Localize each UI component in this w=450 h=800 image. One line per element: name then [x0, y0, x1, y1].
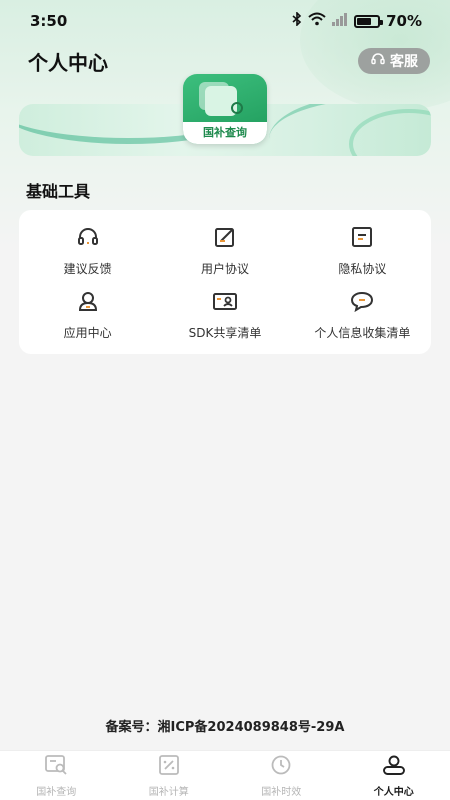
- tool-privacy-agreement[interactable]: 隐私协议: [294, 218, 431, 282]
- battery-icon: [354, 14, 384, 28]
- tab-subsidy-query[interactable]: 国补查询: [0, 751, 113, 800]
- signal-icon: [332, 12, 348, 30]
- tool-feedback[interactable]: 建议反馈: [19, 218, 156, 282]
- tab-label: 个人中心: [373, 786, 414, 798]
- status-time: 3:50: [30, 12, 68, 30]
- headset-icon: [370, 51, 386, 71]
- app-badge-label: 国补查询: [183, 122, 267, 144]
- user-icon: [75, 288, 101, 318]
- clock-icon: [268, 754, 294, 780]
- tool-label: 建议反馈: [63, 261, 112, 276]
- tool-label: SDK共享清单: [188, 325, 262, 340]
- id-card-icon: [212, 288, 238, 318]
- bottom-tab-bar: 国补查询 国补计算 国补时效 个人中心: [0, 750, 450, 800]
- tool-sdk-list[interactable]: SDK共享清单: [156, 282, 293, 346]
- tools-grid: 建议反馈 用户协议 隐私协议 应用中心 SDK共享清单 个人信息收集清单: [19, 210, 431, 354]
- tool-label: 应用中心: [63, 325, 112, 340]
- app-logo: 国补查询: [183, 74, 267, 144]
- bluetooth-icon: [292, 11, 302, 30]
- customer-service-button[interactable]: 客服: [358, 48, 430, 74]
- status-bar: 3:50 70%: [0, 0, 450, 42]
- tool-app-center[interactable]: 应用中心: [19, 282, 156, 346]
- service-label: 客服: [390, 54, 418, 70]
- tab-label: 国补计算: [148, 786, 189, 798]
- page-title: 个人中心: [28, 50, 108, 75]
- tool-personal-info-list[interactable]: 个人信息收集清单: [294, 282, 431, 346]
- calculator-icon: [156, 754, 182, 780]
- page-header: 个人中心 客服: [0, 44, 450, 78]
- section-title: 基础工具: [26, 182, 91, 201]
- tab-label: 国补时效: [261, 786, 302, 798]
- tool-label: 用户协议: [200, 261, 249, 276]
- wifi-icon: [308, 12, 326, 30]
- tab-subsidy-timeliness[interactable]: 国补时效: [225, 751, 338, 800]
- tab-subsidy-calculate[interactable]: 国补计算: [113, 751, 226, 800]
- tool-label: 个人信息收集清单: [314, 325, 411, 340]
- status-icons: 70%: [292, 11, 422, 30]
- document-icon: [349, 224, 375, 254]
- icp-record: 备案号：湘ICP备2024089848号-29A: [105, 720, 345, 735]
- tool-user-agreement[interactable]: 用户协议: [156, 218, 293, 282]
- tab-label: 国补查询: [36, 786, 77, 798]
- tab-personal-center[interactable]: 个人中心: [338, 751, 450, 800]
- edit-doc-icon: [212, 224, 238, 254]
- battery-percent: 70%: [386, 12, 422, 30]
- chat-bubble-icon: [349, 288, 375, 318]
- magnifier-icon: [231, 102, 243, 114]
- user-icon: [381, 754, 407, 780]
- search-doc-icon: [43, 754, 69, 780]
- tool-label: 隐私协议: [338, 261, 387, 276]
- headset-icon: [75, 224, 101, 254]
